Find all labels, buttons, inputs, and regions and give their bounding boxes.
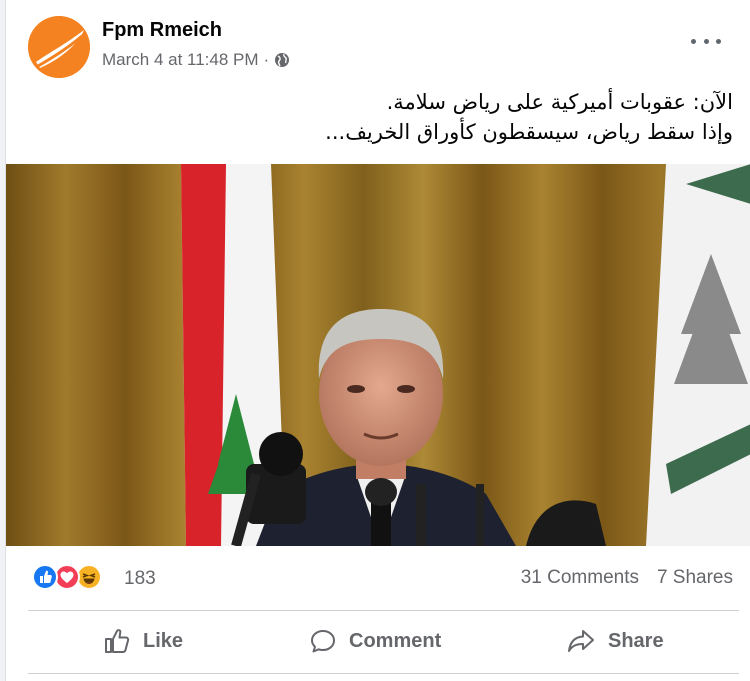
post-text-line: الآن: عقوبات أميركية على رياض سلامة.: [386, 90, 733, 114]
globe-icon: [274, 52, 290, 68]
post-photo-illustration: [6, 164, 750, 546]
like-reaction-icon: [32, 564, 58, 590]
share-label: Share: [608, 629, 664, 652]
author-name[interactable]: Fpm Rmeich: [102, 19, 222, 42]
reactions-summary[interactable]: [32, 564, 122, 592]
divider: [28, 610, 739, 611]
like-label: Like: [143, 629, 184, 652]
comments-count[interactable]: 31 Comments: [521, 567, 639, 589]
post-meta: March 4 at 11:48 PM ·: [102, 50, 290, 70]
shares-count[interactable]: 7 Shares: [657, 567, 733, 589]
post-photo[interactable]: [6, 164, 750, 546]
reaction-count[interactable]: 183: [124, 568, 156, 590]
avatar[interactable]: [28, 16, 90, 78]
post-text-line: وإذا سقط رياض، سيسقطون كأوراق الخريف...: [325, 120, 733, 144]
comment-label: Comment: [349, 629, 442, 652]
more-options-icon[interactable]: [691, 34, 721, 48]
share-arrow-icon: [568, 630, 594, 652]
like-button[interactable]: Like: [103, 618, 183, 664]
comment-bubble-icon: [311, 630, 335, 653]
post-card: Fpm Rmeich March 4 at 11:48 PM · الآن: ع…: [5, 0, 750, 681]
post-header: Fpm Rmeich March 4 at 11:48 PM ·: [6, 0, 750, 80]
comment-button[interactable]: Comment: [309, 618, 441, 664]
thumbs-up-icon: [105, 629, 130, 653]
post-stats: 183 31 Comments 7 Shares: [6, 556, 750, 600]
meta-separator: ·: [263, 50, 270, 69]
post-actions: Like Comment Share: [6, 612, 750, 670]
post-timestamp[interactable]: March 4 at 11:48 PM: [102, 50, 259, 70]
share-button[interactable]: Share: [566, 618, 664, 664]
divider: [28, 673, 739, 674]
post-text: الآن: عقوبات أميركية على رياض سلامة. وإذ…: [83, 87, 733, 147]
